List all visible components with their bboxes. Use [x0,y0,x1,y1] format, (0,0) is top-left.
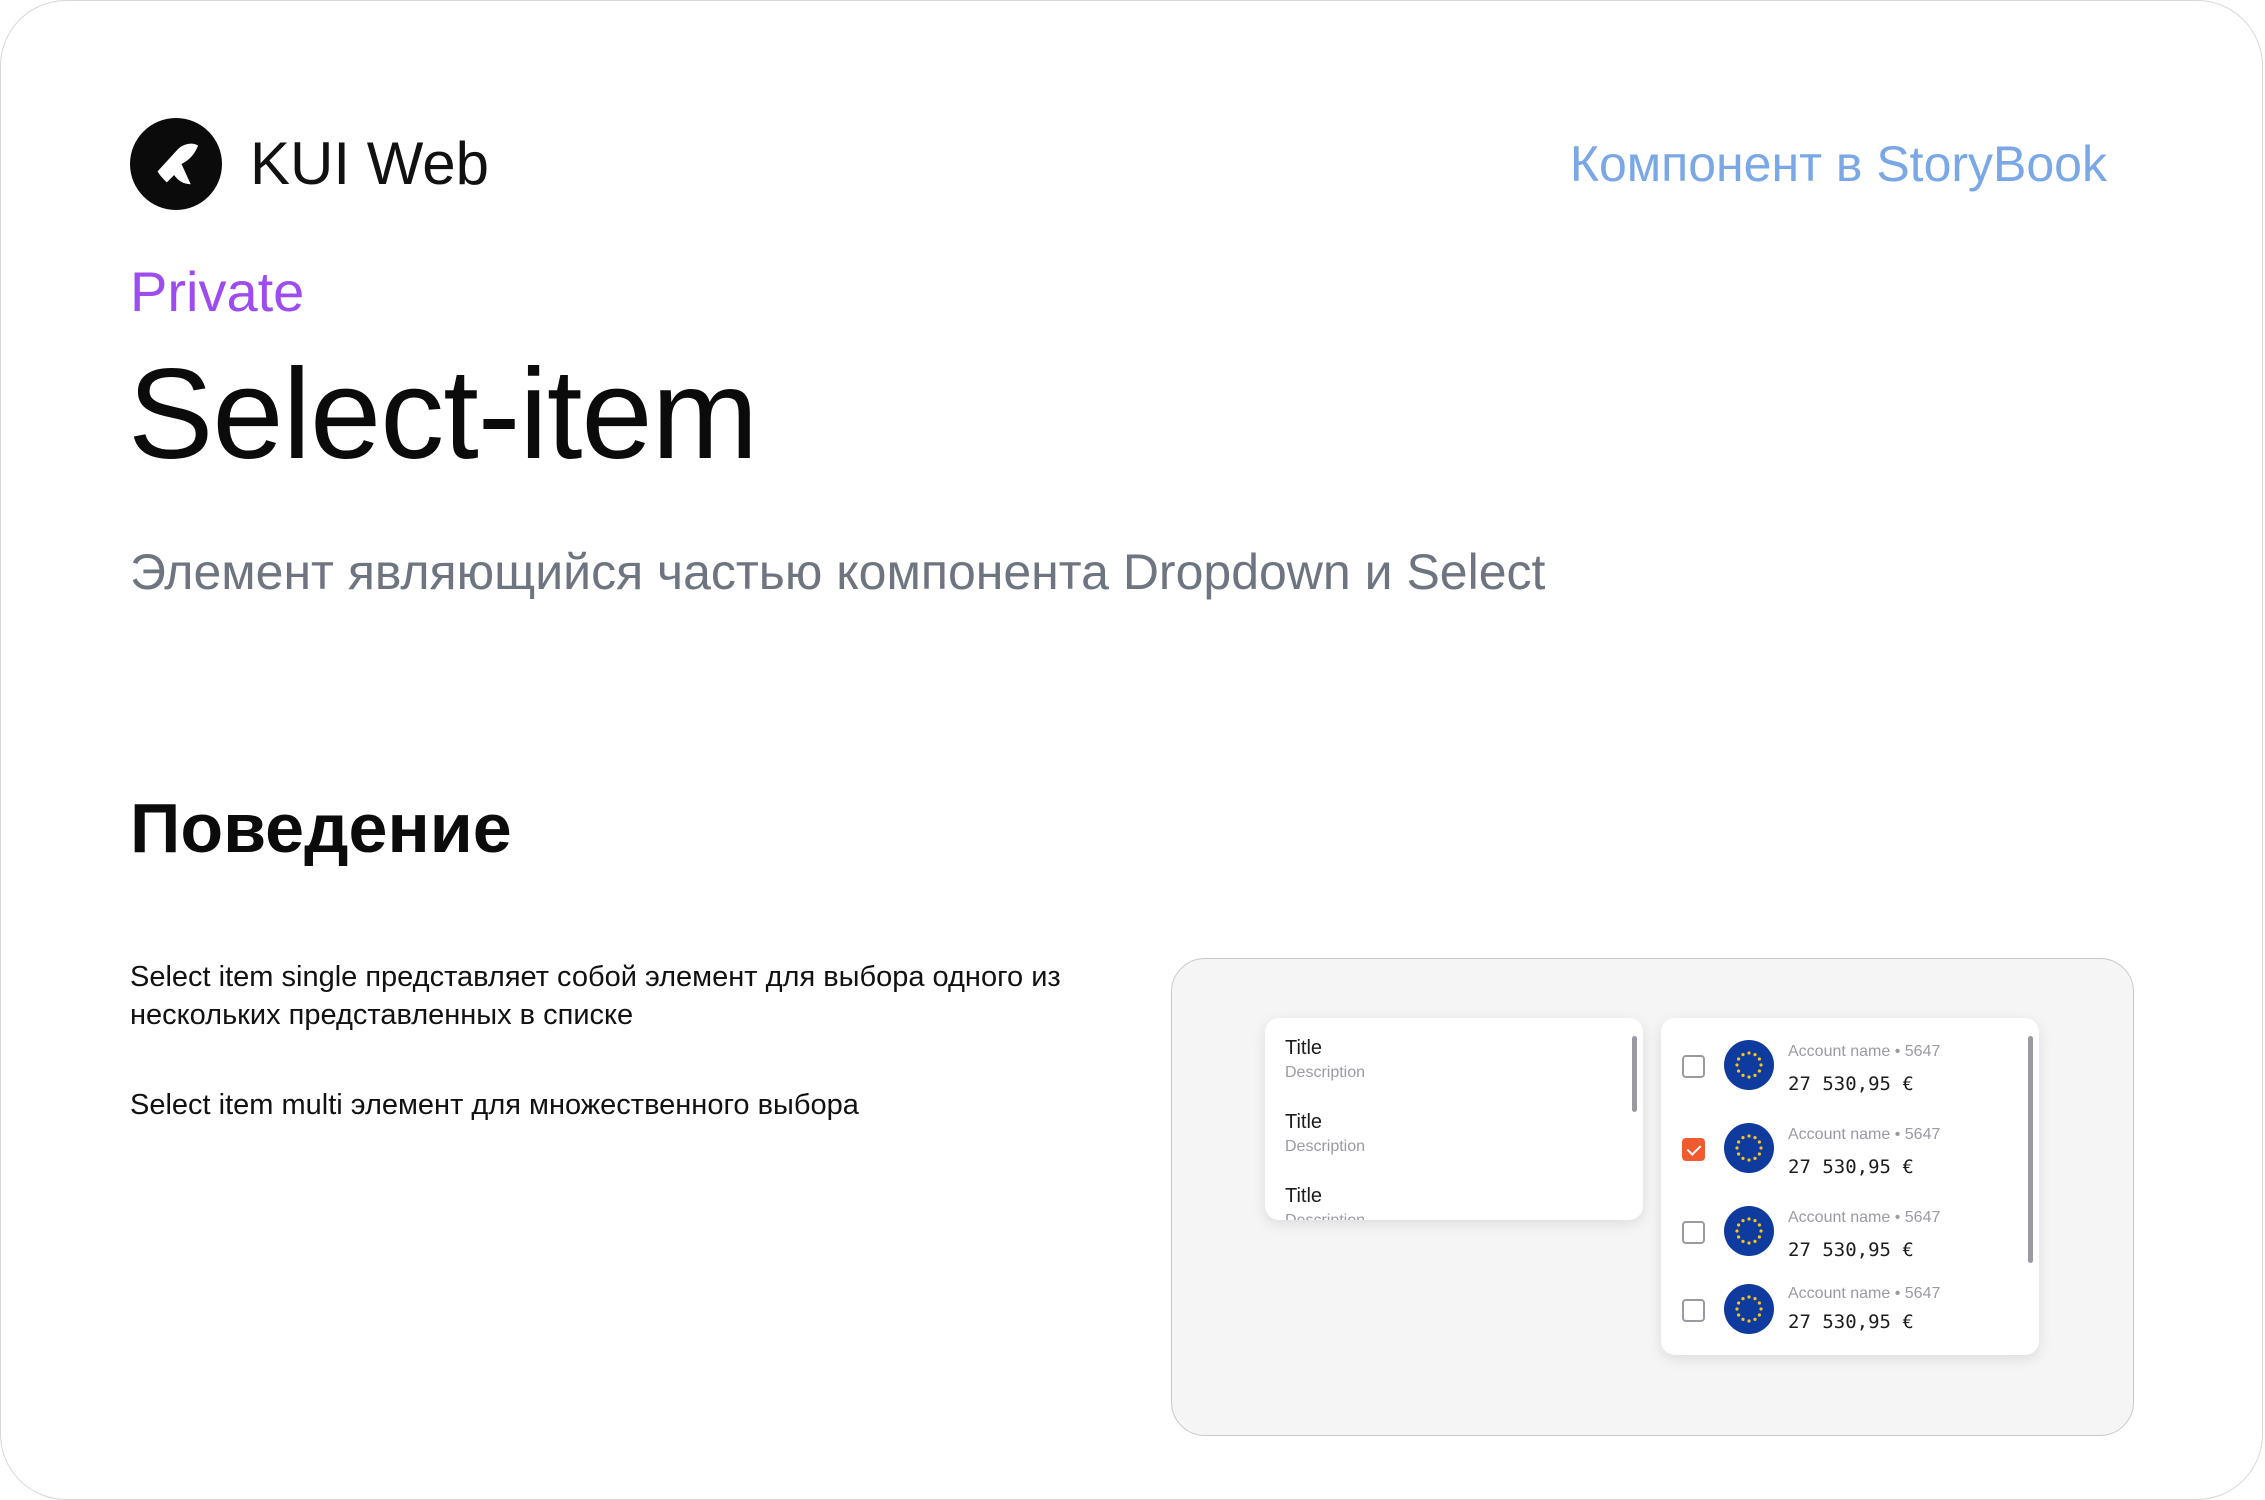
page-title: Select-item [128,343,758,486]
eu-flag-icon [1724,1123,1774,1173]
account-name: Account name • 5647 [1788,1126,1941,1143]
checkbox-icon[interactable] [1682,1055,1705,1078]
scrollbar[interactable] [1632,1036,1637,1112]
select-item-single[interactable]: Title Description [1285,1110,1605,1158]
checkbox-icon[interactable] [1682,1221,1705,1244]
account-amount: 27 530,95 € [1788,1239,1914,1261]
eu-flag-icon [1724,1206,1774,1256]
select-item-multi[interactable]: Account name • 5647 27 530,95 € [1661,1184,2039,1264]
item-description: Description [1285,1210,1605,1220]
item-title: Title [1285,1111,1323,1133]
select-item-multi[interactable]: Account name • 5647 27 530,95 € [1661,1262,2039,1342]
select-item-multi[interactable]: Account name • 5647 27 530,95 € [1661,1101,2039,1181]
eu-flag-icon [1724,1040,1774,1090]
checkbox-checked-icon[interactable] [1682,1138,1705,1161]
account-amount: 27 530,95 € [1788,1156,1914,1178]
item-description: Description [1285,1138,1366,1155]
eu-flag-icon [1724,1284,1774,1334]
account-name: Account name • 5647 [1788,1209,1941,1226]
select-item-multi[interactable]: Account name • 5647 27 530,95 € [1661,1018,2039,1098]
page-subtitle: Элемент являющийся частью компонента Dro… [130,544,1546,600]
storybook-link[interactable]: Компонент в StoryBook [1570,132,2107,196]
item-title: Title [1285,1185,1323,1207]
kui-logo-icon [130,118,222,210]
description-single: Select item single представляет собой эл… [130,961,1061,1031]
checkbox-icon[interactable] [1682,1299,1705,1322]
private-badge: Private [130,260,305,323]
scrollbar[interactable] [2028,1036,2033,1263]
account-amount: 27 530,95 € [1788,1311,1914,1333]
select-item-single[interactable]: Title Description [1285,1036,1605,1084]
logo-text: KUI Web [250,130,489,197]
account-name: Account name • 5647 [1788,1285,1941,1302]
multi-select-dropdown: Account name • 5647 27 530,95 € Account … [1661,1018,2039,1355]
item-title: Title [1285,1037,1323,1059]
account-name: Account name • 5647 [1788,1043,1941,1060]
single-select-dropdown: Title Description Title Description Titl… [1265,1018,1643,1220]
description-multi: Select item multi элемент для множествен… [130,1089,859,1121]
item-description: Description [1285,1064,1366,1081]
section-title: Поведение [130,789,512,867]
account-amount: 27 530,95 € [1788,1073,1914,1095]
select-item-single[interactable]: Title Description [1285,1184,1605,1220]
